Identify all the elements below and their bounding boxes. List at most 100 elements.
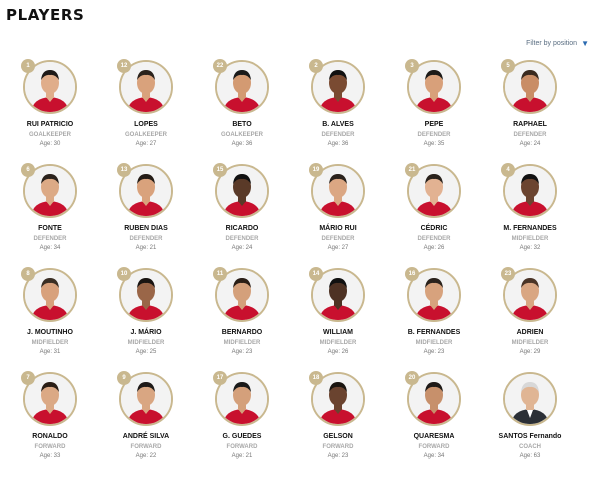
- player-age: Age: 27: [327, 245, 349, 251]
- player-card[interactable]: 1 RUI PATRICIO GOALKEEPER Age: 30: [5, 58, 95, 158]
- player-name: J. MÁRIO: [130, 329, 162, 336]
- player-photo: 10: [117, 267, 173, 322]
- player-name: G. GUEDES: [222, 433, 262, 440]
- player-card[interactable]: 6 FONTE DEFENDER Age: 34: [5, 162, 95, 262]
- jersey-number-badge: 8: [21, 267, 35, 281]
- player-photo: 3: [405, 59, 461, 114]
- player-position: DEFENDER: [513, 132, 547, 138]
- player-card[interactable]: 13 RUBEN DIAS DEFENDER Age: 21: [101, 162, 191, 262]
- player-card[interactable]: 8 J. MOUTINHO MIDFIELDER Age: 31: [5, 266, 95, 366]
- player-card[interactable]: 17 G. GUEDES FORWARD Age: 21: [197, 370, 287, 470]
- player-name: RONALDO: [32, 433, 68, 440]
- player-age: Age: 29: [519, 349, 541, 355]
- jersey-number-badge: 10: [117, 267, 131, 281]
- jersey-number-badge: 4: [501, 163, 515, 177]
- jersey-number-badge: 19: [309, 163, 323, 177]
- jersey-number-badge: 1: [21, 59, 35, 73]
- filter-label: Filter by position: [526, 40, 578, 47]
- player-position: MIDFIELDER: [319, 340, 357, 346]
- player-card[interactable]: 3 PEPE DEFENDER Age: 35: [389, 58, 479, 158]
- player-name: RUI PATRICIO: [26, 121, 74, 128]
- jersey-number-badge: 6: [21, 163, 35, 177]
- player-card[interactable]: 11 BERNARDO MIDFIELDER Age: 23: [197, 266, 287, 366]
- player-name: B. ALVES: [322, 121, 354, 128]
- player-card[interactable]: 5 RAPHAEL DEFENDER Age: 24: [485, 58, 575, 158]
- player-card[interactable]: 4 M. FERNANDES MIDFIELDER Age: 32: [485, 162, 575, 262]
- player-card[interactable]: 10 J. MÁRIO MIDFIELDER Age: 25: [101, 266, 191, 366]
- player-name: LOPES: [134, 121, 158, 128]
- player-photo: 15: [213, 163, 269, 218]
- player-card[interactable]: 16 B. FERNANDES MIDFIELDER Age: 23: [389, 266, 479, 366]
- player-age: Age: 22: [135, 453, 157, 459]
- player-age: Age: 21: [231, 453, 253, 459]
- player-name: QUARESMA: [413, 433, 455, 440]
- player-photo: 7: [21, 371, 77, 426]
- player-position: MIDFIELDER: [127, 340, 165, 346]
- player-card[interactable]: 19 MÁRIO RUI DEFENDER Age: 27: [293, 162, 383, 262]
- player-age: Age: 33: [39, 453, 61, 459]
- player-age: Age: 23: [327, 453, 349, 459]
- player-photo: 13: [117, 163, 173, 218]
- player-age: Age: 36: [327, 141, 349, 147]
- jersey-number-badge: 7: [21, 371, 35, 385]
- player-photo: 21: [405, 163, 461, 218]
- player-card[interactable]: 20 QUARESMA FORWARD Age: 34: [389, 370, 479, 470]
- player-card[interactable]: 7 RONALDO FORWARD Age: 33: [5, 370, 95, 470]
- player-name: SANTOS Fernando: [498, 433, 562, 440]
- player-photo: 6: [21, 163, 77, 218]
- player-photo: 22: [213, 59, 269, 114]
- player-name: ANDRÉ SILVA: [122, 433, 170, 440]
- player-position: DEFENDER: [129, 236, 163, 242]
- player-position: DEFENDER: [417, 132, 451, 138]
- player-card[interactable]: 23 ADRIEN MIDFIELDER Age: 29: [485, 266, 575, 366]
- player-photo: [503, 372, 557, 426]
- player-name: J. MOUTINHO: [27, 329, 73, 336]
- player-photo: 12: [117, 59, 173, 114]
- player-photo: 8: [21, 267, 77, 322]
- player-photo: 20: [405, 371, 461, 426]
- player-position: GOALKEEPER: [28, 132, 71, 138]
- page-title: PLAYERS: [6, 6, 85, 24]
- player-position: FORWARD: [418, 444, 450, 450]
- player-name: BETO: [232, 121, 252, 128]
- player-age: Age: 34: [423, 453, 445, 459]
- filter-by-position-dropdown[interactable]: Filter by position ▼: [526, 39, 589, 48]
- jersey-number-badge: 20: [405, 371, 419, 385]
- jersey-number-badge: 22: [213, 59, 227, 73]
- player-position: DEFENDER: [33, 236, 67, 242]
- player-card[interactable]: 2 B. ALVES DEFENDER Age: 36: [293, 58, 383, 158]
- player-name: RUBEN DIAS: [124, 225, 168, 232]
- player-photo: 11: [213, 267, 269, 322]
- player-card[interactable]: 18 GELSON FORWARD Age: 23: [293, 370, 383, 470]
- player-age: Age: 36: [231, 141, 253, 147]
- player-age: Age: 25: [135, 349, 157, 355]
- player-age: Age: 32: [519, 245, 541, 251]
- player-card[interactable]: SANTOS Fernando COACH Age: 63: [485, 370, 575, 470]
- player-photo: 16: [405, 267, 461, 322]
- player-photo: 2: [309, 59, 365, 114]
- player-age: Age: 23: [423, 349, 445, 355]
- player-card[interactable]: 15 RICARDO DEFENDER Age: 24: [197, 162, 287, 262]
- player-photo: 23: [501, 267, 557, 322]
- player-age: Age: 63: [519, 453, 541, 459]
- player-photo: 18: [309, 371, 365, 426]
- player-age: Age: 21: [135, 245, 157, 251]
- player-card[interactable]: 12 LOPES GOALKEEPER Age: 27: [101, 58, 191, 158]
- player-name: BERNARDO: [221, 329, 263, 336]
- player-card[interactable]: 21 CÉDRIC DEFENDER Age: 26: [389, 162, 479, 262]
- player-position: DEFENDER: [417, 236, 451, 242]
- player-card[interactable]: 9 ANDRÉ SILVA FORWARD Age: 22: [101, 370, 191, 470]
- player-position: FORWARD: [34, 444, 66, 450]
- jersey-number-badge: 18: [309, 371, 323, 385]
- player-avatar: [503, 372, 557, 426]
- jersey-number-badge: 14: [309, 267, 323, 281]
- jersey-number-badge: 2: [309, 59, 323, 73]
- player-position: FORWARD: [226, 444, 258, 450]
- player-card[interactable]: 22 BETO GOALKEEPER Age: 36: [197, 58, 287, 158]
- jersey-number-badge: 13: [117, 163, 131, 177]
- jersey-number-badge: 17: [213, 371, 227, 385]
- player-position: MIDFIELDER: [511, 236, 549, 242]
- player-name: CÉDRIC: [420, 225, 448, 232]
- player-card[interactable]: 14 WILLIAM MIDFIELDER Age: 26: [293, 266, 383, 366]
- player-age: Age: 27: [135, 141, 157, 147]
